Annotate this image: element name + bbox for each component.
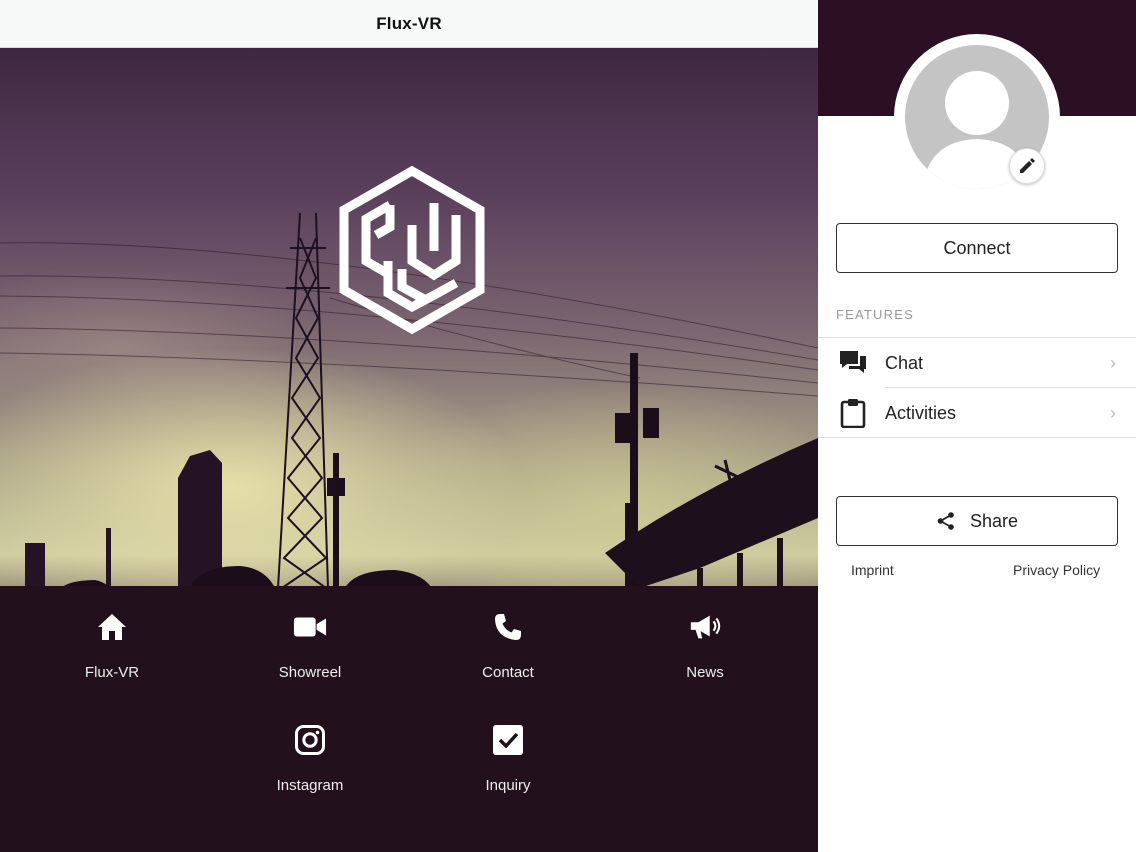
nav-item-contact[interactable]: Contact: [428, 602, 588, 692]
clipboard-icon: [836, 396, 870, 430]
top-bar: Flux-VR: [0, 0, 818, 48]
chat-icon: [836, 346, 870, 380]
video-camera-icon: [293, 610, 327, 644]
feature-grid: Flux-VR Showreel Contact News Instagram …: [0, 596, 818, 852]
flux-vr-logo: [339, 165, 485, 335]
nav-item-flux-vr[interactable]: Flux-VR: [32, 602, 192, 692]
pencil-icon: [1020, 158, 1035, 173]
nav-item-showreel[interactable]: Showreel: [230, 602, 390, 692]
edit-avatar-button[interactable]: [1009, 148, 1045, 184]
nav-item-instagram[interactable]: Instagram: [230, 715, 390, 805]
divider: [818, 437, 1136, 438]
nav-item-label: Showreel: [278, 664, 342, 681]
connect-button[interactable]: Connect: [836, 223, 1118, 273]
instagram-icon: [293, 723, 327, 757]
profile-sidebar: Connect FEATURES Chat › Activities › Sha…: [818, 0, 1136, 852]
feature-item-activities[interactable]: Activities ›: [818, 388, 1136, 438]
checkbox-icon: [491, 723, 525, 757]
chevron-right-icon: ›: [1110, 402, 1116, 423]
nav-item-label: Inquiry: [485, 777, 531, 794]
page-title: Flux-VR: [376, 13, 442, 33]
feature-label: Chat: [885, 352, 924, 373]
share-button[interactable]: Share: [836, 496, 1118, 546]
privacy-policy-link[interactable]: Privacy Policy: [1013, 562, 1100, 578]
share-label: Share: [969, 510, 1019, 531]
feature-label: Activities: [885, 402, 957, 423]
chevron-right-icon: ›: [1110, 352, 1116, 373]
nav-item-label: Contact: [482, 664, 534, 681]
feature-item-chat[interactable]: Chat ›: [818, 338, 1136, 388]
main-content: Flux-VR Flux-VR Showreel Contact News In…: [0, 0, 818, 852]
nav-item-label: Instagram: [276, 777, 344, 794]
nav-item-label: News: [686, 664, 724, 681]
megaphone-icon: [688, 610, 722, 644]
home-icon: [95, 610, 129, 644]
share-icon: [937, 512, 954, 530]
nav-item-news[interactable]: News: [625, 602, 785, 692]
nav-item-inquiry[interactable]: Inquiry: [428, 715, 588, 805]
features-heading: FEATURES: [836, 307, 914, 322]
imprint-link[interactable]: Imprint: [851, 562, 894, 578]
nav-item-label: Flux-VR: [84, 664, 140, 681]
phone-icon: [491, 610, 525, 644]
app-window: Flux-VR Flux-VR Showreel Contact News In…: [0, 0, 1136, 852]
